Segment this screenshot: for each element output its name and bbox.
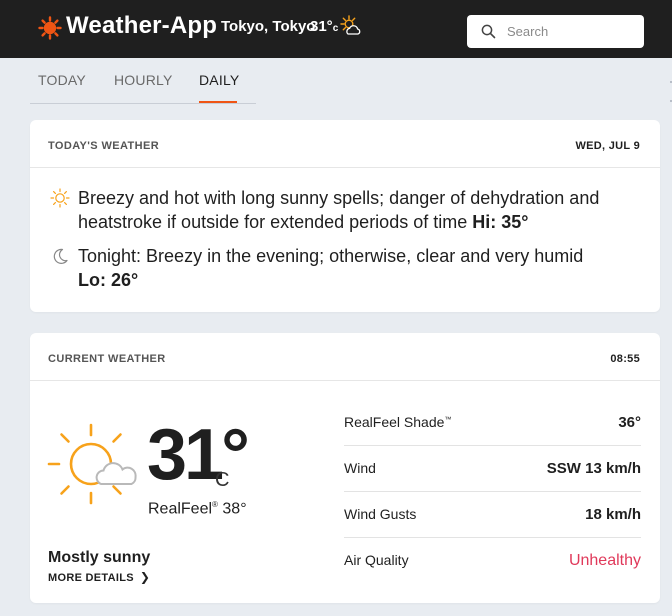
header-location[interactable]: Tokyo, Tokyo xyxy=(221,18,315,35)
detail-label: RealFeel Shade™ xyxy=(344,414,451,430)
partly-sunny-icon[interactable] xyxy=(338,14,364,40)
tab-today[interactable]: TODAY xyxy=(38,72,86,88)
detail-row-air-quality[interactable]: Air Quality Unhealthy xyxy=(344,552,641,598)
detail-row-realfeel-shade: RealFeel Shade™ 36° xyxy=(344,414,641,460)
header-temp-value: 31° xyxy=(310,18,333,35)
moon-icon xyxy=(53,248,68,264)
realfeel: RealFeel® 38° xyxy=(148,500,247,518)
detail-label-mark: ™ xyxy=(444,416,452,424)
detail-label: Wind Gusts xyxy=(344,506,417,522)
more-details-label: MORE DETAILS xyxy=(48,572,134,584)
detail-value: SSW 13 km/h xyxy=(546,460,641,477)
night-low-temp: Lo: 26° xyxy=(78,270,139,290)
search-box[interactable] xyxy=(467,15,644,48)
detail-label: Air Quality xyxy=(344,552,409,568)
card-header: TODAY'S WEATHER WED, JUL 9 xyxy=(30,120,660,168)
detail-divider xyxy=(344,445,641,446)
card-header: CURRENT WEATHER 08:55 xyxy=(30,333,660,381)
card-title: TODAY'S WEATHER xyxy=(48,140,160,152)
sun-logo-icon xyxy=(38,16,62,40)
detail-value: 36° xyxy=(618,414,641,431)
forecast-date: WED, JUL 9 xyxy=(575,140,640,152)
tab-hourly[interactable]: HOURLY xyxy=(114,72,173,88)
weather-phrase: Mostly sunny xyxy=(48,549,151,566)
air-quality-value: Unhealthy xyxy=(568,552,641,569)
detail-value: 18 km/h xyxy=(585,506,641,523)
app-header: Weather-App Tokyo, Tokyo 31°c xyxy=(0,0,672,58)
forecast-tabs: TODAY HOURLY DAILY xyxy=(30,58,256,104)
mostly-sunny-icon xyxy=(47,423,137,505)
realfeel-label: RealFeel xyxy=(148,500,213,518)
temperature-unit: C xyxy=(215,469,230,491)
sun-icon xyxy=(50,188,70,208)
app-name[interactable]: Weather-App xyxy=(66,12,217,40)
more-details-link[interactable]: MORE DETAILS ❯ xyxy=(48,570,150,584)
day-high-temp: Hi: 35° xyxy=(472,212,529,232)
night-forecast-text: Tonight: Breezy in the evening; otherwis… xyxy=(78,246,584,266)
detail-divider xyxy=(344,537,641,538)
todays-weather-card[interactable]: TODAY'S WEATHER WED, JUL 9 Breezy and ho… xyxy=(30,120,660,312)
realfeel-mark: ® xyxy=(212,500,218,509)
search-icon xyxy=(481,24,496,39)
detail-label: Wind xyxy=(344,460,376,476)
current-weather-card[interactable]: CURRENT WEATHER 08:55 31° C RealFeel® 38… xyxy=(30,333,660,603)
header-temperature[interactable]: 31°c xyxy=(310,18,338,35)
detail-row-wind: Wind SSW 13 km/h xyxy=(344,460,641,506)
realfeel-value: 38° xyxy=(222,500,247,518)
current-temperature: 31° xyxy=(147,415,250,495)
search-input[interactable] xyxy=(507,15,637,48)
detail-label-text: RealFeel Shade xyxy=(344,414,445,430)
night-forecast: Tonight: Breezy in the evening; otherwis… xyxy=(78,244,643,292)
tab-daily[interactable]: DAILY xyxy=(199,72,239,88)
active-tab-indicator xyxy=(199,101,237,103)
chevron-right-icon: ❯ xyxy=(139,570,151,584)
card-title: CURRENT WEATHER xyxy=(48,353,166,365)
detail-row-wind-gusts: Wind Gusts 18 km/h xyxy=(344,506,641,552)
detail-divider xyxy=(344,491,641,492)
observation-time: 08:55 xyxy=(610,353,640,365)
day-forecast: Breezy and hot with long sunny spells; d… xyxy=(78,186,643,234)
